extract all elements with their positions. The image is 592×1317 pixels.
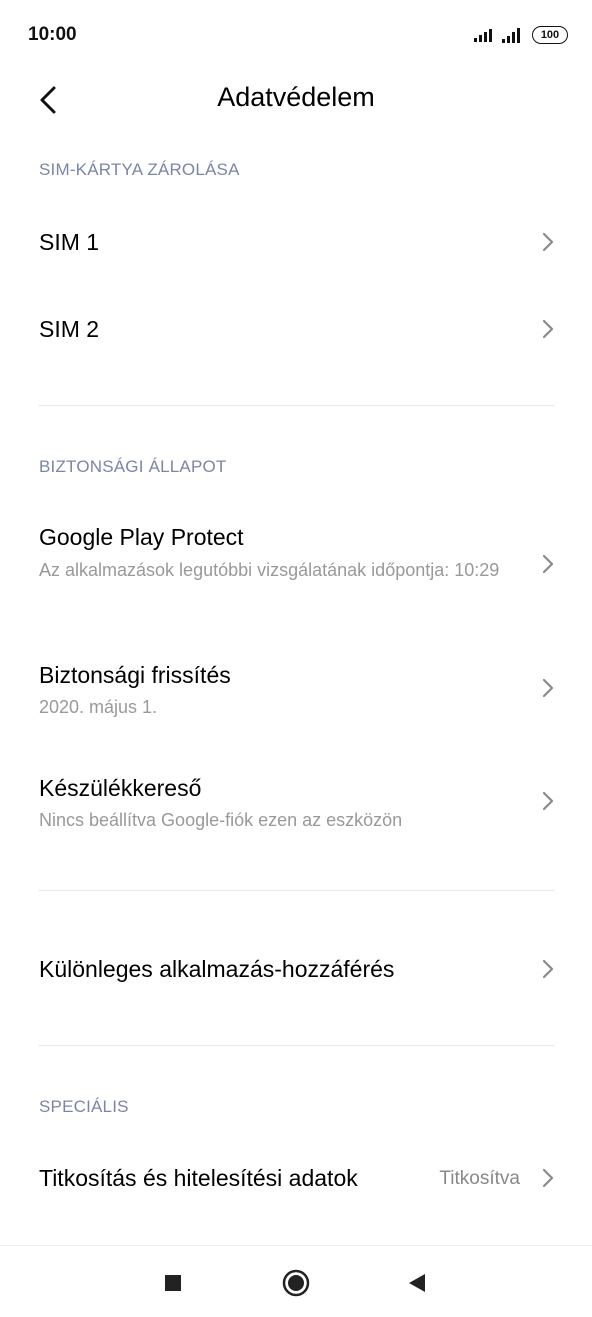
page-title: Adatvédelem: [217, 82, 375, 112]
list-item-google-play-protect[interactable]: Google Play Protect Az alkalmazások legu…: [0, 505, 592, 625]
signal-icon: [474, 29, 492, 42]
divider: [39, 1045, 554, 1046]
chevron-right-icon: [542, 1168, 554, 1188]
list-item-subtitle: Az alkalmazások legutóbbi vizsgálatának …: [39, 560, 500, 580]
list-item-value: Titkosítva: [439, 1168, 520, 1189]
status-bar: 10:00 100: [0, 0, 592, 70]
chevron-right-icon: [542, 791, 554, 811]
list-item-sim-1[interactable]: SIM 1: [0, 198, 592, 284]
list-item-device-finder[interactable]: Készülékkereső Nincs beállítva Google-fi…: [0, 755, 592, 855]
back-nav-button[interactable]: [402, 1268, 432, 1298]
list-item-sim-2[interactable]: SIM 2: [0, 285, 592, 371]
chevron-right-icon: [542, 232, 554, 252]
divider: [39, 405, 554, 406]
list-item-subtitle: Nincs beállítva Google-fiók ezen az eszk…: [39, 810, 403, 830]
list-item-title: SIM 2: [39, 316, 100, 342]
status-time: 10:00: [28, 24, 77, 45]
chevron-right-icon: [542, 319, 554, 339]
header: Adatvédelem: [0, 70, 592, 130]
list-item-title: Biztonsági frissítés: [39, 662, 231, 688]
divider: [39, 890, 554, 891]
list-item-title: Készülékkereső: [39, 775, 202, 801]
chevron-right-icon: [542, 959, 554, 979]
back-triangle-icon: [409, 1274, 425, 1292]
list-item-title: Titkosítás és hitelesítési adatok: [39, 1165, 358, 1191]
section-header-special: SPECIÁLIS: [39, 1097, 129, 1116]
list-item-title: Különleges alkalmazás-hozzáférés: [39, 956, 395, 982]
list-item-title: SIM 1: [39, 229, 100, 255]
recents-button[interactable]: [158, 1268, 188, 1298]
signal-icon: [502, 28, 520, 43]
list-item-special-app-access[interactable]: Különleges alkalmazás-hozzáférés: [0, 926, 592, 1012]
list-item-subtitle: 2020. május 1.: [39, 697, 158, 717]
chevron-right-icon: [542, 678, 554, 698]
home-button[interactable]: [281, 1268, 311, 1298]
section-header-sim-lock: SIM-KÁRTYA ZÁROLÁSA: [39, 160, 240, 179]
list-item-security-update[interactable]: Biztonsági frissítés 2020. május 1.: [0, 640, 592, 740]
home-circle-icon: [282, 1269, 310, 1297]
section-header-security-status: BIZTONSÁGI ÁLLAPOT: [39, 457, 227, 476]
recents-square-icon: [165, 1275, 181, 1291]
status-icons: 100: [474, 26, 568, 44]
list-item-encryption-credentials[interactable]: Titkosítás és hitelesítési adatok Titkos…: [0, 1135, 592, 1221]
list-item-title: Google Play Protect: [39, 524, 244, 550]
chevron-right-icon: [542, 554, 554, 574]
navigation-bar: [0, 1245, 592, 1317]
battery-icon: 100: [532, 26, 568, 44]
